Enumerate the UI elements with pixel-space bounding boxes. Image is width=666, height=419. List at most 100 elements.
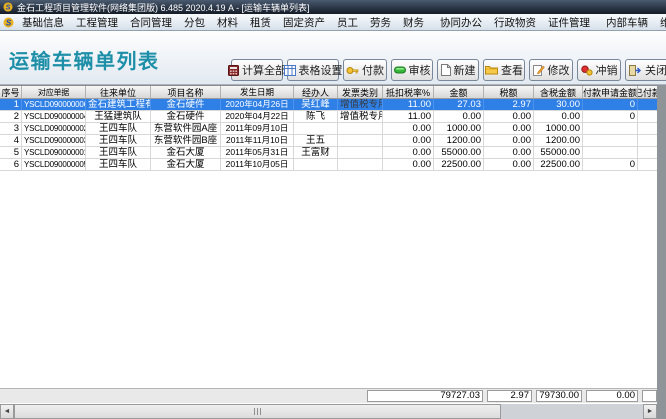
table-row[interactable]: 6 YSCLD090000005 王四车队 金石大厦 2011年10月05日 0… [0,159,657,171]
cell [583,135,638,146]
page-title: 运输车辆单列表 [9,45,160,74]
cell: 增值税专用发票 [338,111,383,122]
cell [638,159,657,170]
column-header-doc-no[interactable]: 对应单据 [22,86,86,98]
total-tax: 2.97 [487,390,532,402]
cell: 2 [0,111,22,122]
scroll-left-arrow-icon[interactable]: ◄ [0,404,14,419]
totals-bar: 79727.03 2.97 79730.00 0.00 [0,388,657,403]
title-bar: S 金石工程项目管理软件(网络集团版) 6.485 2020.4.19 A - … [0,0,666,14]
window-title: 金石工程项目管理软件(网络集团版) 6.485 2020.4.19 A - [运… [17,1,310,14]
button-label: 审核 [409,62,431,78]
column-header-payment-request[interactable]: 付款申请金额 [583,86,638,98]
edit-pencil-icon [533,64,545,76]
menu-item-finance[interactable]: 财务 [397,15,430,30]
table-row[interactable]: 5 YSCLD090000001 王四车队 金石大厦 2011年05月31日 王… [0,147,657,159]
cell [338,135,383,146]
column-header-amount-with-tax[interactable]: 含税金额 [534,86,583,98]
audit-button[interactable]: 审核 [391,59,433,81]
menu-item-project-mgmt[interactable]: 工程管理 [70,15,124,30]
payment-icon [346,65,359,76]
cell: 0.00 [534,111,583,122]
thumb-grip [257,408,258,415]
menu-item-employee[interactable]: 员工 [331,15,364,30]
horizontal-scrollbar[interactable]: ◄ ► [0,404,657,419]
column-header-invoice-type[interactable]: 发票类别 [338,86,383,98]
table-header-row: 序号 对应单据 往来单位 项目名称 发生日期 经办人 发票类别 抵扣税率% 金额… [0,86,657,99]
close-exit-icon [629,65,642,76]
scrollbar-thumb[interactable] [14,404,501,419]
cell: 4 [0,135,22,146]
table-row-selected[interactable]: 1 YSCLD090000006 金石建筑工程有限公司 金石硬件 2020年04… [0,99,657,111]
cell: 增值税专用发票 [338,99,383,110]
menu-item-internal-vehicle[interactable]: 内部车辆 [600,15,654,30]
menu-item-fixed-assets[interactable]: 固定资产 [277,15,331,30]
cell: YSCLD090000005 [22,159,86,170]
column-header-amount[interactable]: 金额 [434,86,484,98]
cell: 2020年04月26日 [221,99,294,110]
menu-item-admin-supplies[interactable]: 行政物资 [488,15,542,30]
column-header-date[interactable]: 发生日期 [221,86,294,98]
app-logo-icon: S [3,2,13,12]
button-label: 付款 [362,62,384,78]
cell: 金石硬件 [151,99,221,110]
column-header-counterparty[interactable]: 往来单位 [86,86,151,98]
table-row[interactable]: 3 YSCLD090000002 王四车队 东营软件园A座 2011年09月10… [0,123,657,135]
view-button[interactable]: 查看 [483,59,525,81]
menu-item-contract-mgmt[interactable]: 合同管理 [124,15,178,30]
cell: YSCLD090000001 [22,147,86,158]
close-button[interactable]: 关闭 [625,59,666,81]
cell [338,159,383,170]
cell: YSCLD090000002 [22,123,86,134]
menu-item-labor[interactable]: 劳务 [364,15,397,30]
menu-item-material[interactable]: 材料 [211,15,244,30]
cell: 王四车队 [86,159,151,170]
cell: 11.00 [383,111,434,122]
new-button[interactable]: 新建 [437,59,479,81]
column-header-project[interactable]: 项目名称 [151,86,221,98]
cell: 金石大厦 [151,159,221,170]
column-header-tax[interactable]: 税额 [484,86,534,98]
column-header-seq[interactable]: 序号 [0,86,22,98]
button-label: 新建 [454,62,476,78]
reverse-button[interactable]: 冲销 [577,59,621,81]
cell: 1000.00 [534,123,583,134]
cell: 陈飞 [294,111,338,122]
column-header-tax-rate[interactable]: 抵扣税率% [383,86,434,98]
cell: 1200.00 [434,135,484,146]
table-row[interactable]: 4 YSCLD090000003 王四车队 东营软件园B座 2011年11月10… [0,135,657,147]
scroll-right-arrow-icon[interactable]: ► [643,404,657,419]
cell: 2011年10月05日 [221,159,294,170]
cell: 吴红峰 [294,99,338,110]
table-settings-button[interactable]: 表格设置 [287,59,339,81]
modify-button[interactable]: 修改 [529,59,573,81]
cell: 0.00 [484,123,534,134]
window-background-strip [657,85,666,419]
vehicle-list-table: 序号 对应单据 往来单位 项目名称 发生日期 经办人 发票类别 抵扣税率% 金额… [0,85,657,388]
column-header-paid[interactable]: 已付款 [638,86,657,98]
cell: 0.00 [484,147,534,158]
menu-item-collab-office[interactable]: 协同办公 [434,15,488,30]
cell: 王富财 [294,147,338,158]
audit-icon [394,65,406,75]
toolbar: 运输车辆单列表 计算全部 表格设置 付款 审核 [0,31,666,85]
column-header-handler[interactable]: 经办人 [294,86,338,98]
payment-button[interactable]: 付款 [343,59,387,81]
thumb-grip [254,408,255,415]
menu-item-basic-info[interactable]: 基础信息 [16,15,70,30]
menu-item-certificate-mgmt[interactable]: 证件管理 [542,15,596,30]
calculate-all-button[interactable]: 计算全部 [231,59,283,81]
cell: YSCLD090000006 [22,99,86,110]
cell: 3 [0,123,22,134]
menu-item-subcontract[interactable]: 分包 [178,15,211,30]
menu-item-lease[interactable]: 租赁 [244,15,277,30]
cell [638,99,657,110]
table-row[interactable]: 2 YSCLD090000004 王猛建筑队 金石硬件 2020年04月22日 … [0,111,657,123]
menu-item-maintenance-mgmt[interactable]: 维保管理 [654,15,666,30]
cell: 0.00 [484,135,534,146]
new-document-icon [441,64,451,76]
cell: 55000.00 [434,147,484,158]
cell: 27.03 [434,99,484,110]
cell: 0 [583,111,638,122]
cell: 2011年05月31日 [221,147,294,158]
